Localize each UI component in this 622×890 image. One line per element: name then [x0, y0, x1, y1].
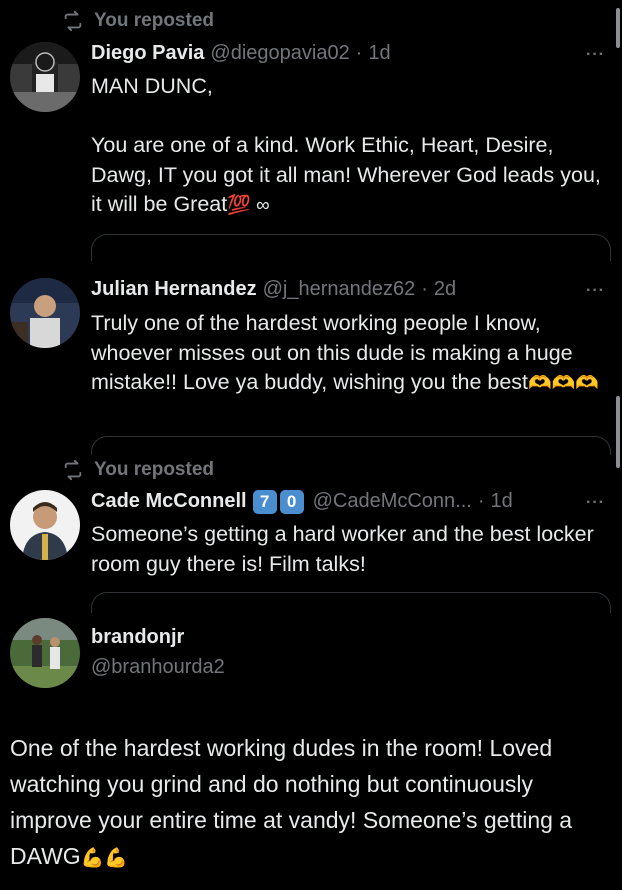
display-name[interactable]: Diego Pavia — [91, 42, 204, 65]
emoji: 💯 ∞ — [227, 195, 270, 216]
post-text: MAN DUNC, You are one of a kind. Work Et… — [91, 72, 611, 221]
post-text-content: Someone’s getting a hard worker and the … — [91, 522, 600, 576]
emoji: 🫶🫶🫶 — [528, 373, 599, 394]
more-icon[interactable]: ··· — [586, 282, 605, 300]
user-handle[interactable]: @diegopavia02 — [210, 42, 349, 65]
repost-indicator: You reposted — [62, 8, 214, 34]
more-icon[interactable]: ··· — [586, 494, 605, 512]
emoji-badges: 70 — [252, 490, 307, 514]
avatar[interactable] — [10, 490, 80, 560]
scrollbar[interactable] — [616, 396, 620, 468]
badge-zero: 0 — [279, 490, 304, 514]
display-name[interactable]: brandonjr — [91, 626, 184, 649]
display-name[interactable]: Julian Hernandez — [91, 278, 257, 301]
post-header: Diego Pavia @diegopavia02 · 1d — [91, 42, 391, 65]
avatar[interactable] — [10, 278, 80, 348]
post-header: Julian Hernandez @j_hernandez62 · 2d — [91, 278, 456, 301]
user-handle[interactable]: @branhourda2 — [91, 656, 225, 679]
emoji: 💪💪 — [80, 848, 129, 869]
timestamp[interactable]: 2d — [434, 278, 456, 301]
post-text: Truly one of the hardest working people … — [91, 309, 611, 399]
badge-seven: 7 — [252, 490, 277, 514]
user-handle[interactable]: @j_hernandez62 — [263, 278, 416, 301]
avatar[interactable] — [10, 42, 80, 112]
timestamp[interactable]: 1d — [491, 490, 513, 513]
quoted-post-card[interactable] — [91, 436, 611, 455]
post-text: Someone’s getting a hard worker and the … — [91, 520, 611, 579]
post-text: One of the hardest working dudes in the … — [10, 730, 610, 877]
display-name[interactable]: Cade McConnell — [91, 490, 247, 513]
avatar[interactable] — [10, 618, 80, 688]
separator: · — [477, 490, 485, 512]
post-header: Cade McConnell 70 @CadeMcConn... · 1d — [91, 490, 513, 514]
quoted-post-card[interactable] — [91, 592, 611, 613]
repost-indicator: You reposted — [62, 457, 214, 483]
more-icon[interactable]: ··· — [586, 46, 605, 64]
user-handle[interactable]: @CadeMcConn... — [313, 490, 472, 513]
scrollbar[interactable] — [616, 8, 620, 48]
repost-label: You reposted — [94, 459, 214, 480]
separator: · — [355, 42, 363, 64]
repost-icon — [64, 10, 82, 32]
post-text-content: Truly one of the hardest working people … — [91, 311, 579, 394]
timestamp[interactable]: 1d — [368, 42, 390, 65]
repost-label: You reposted — [94, 10, 214, 31]
post-text-content: MAN DUNC, You are one of a kind. Work Et… — [91, 74, 601, 216]
quoted-post-card[interactable] — [91, 234, 611, 261]
repost-icon — [64, 459, 82, 481]
separator: · — [421, 278, 428, 300]
